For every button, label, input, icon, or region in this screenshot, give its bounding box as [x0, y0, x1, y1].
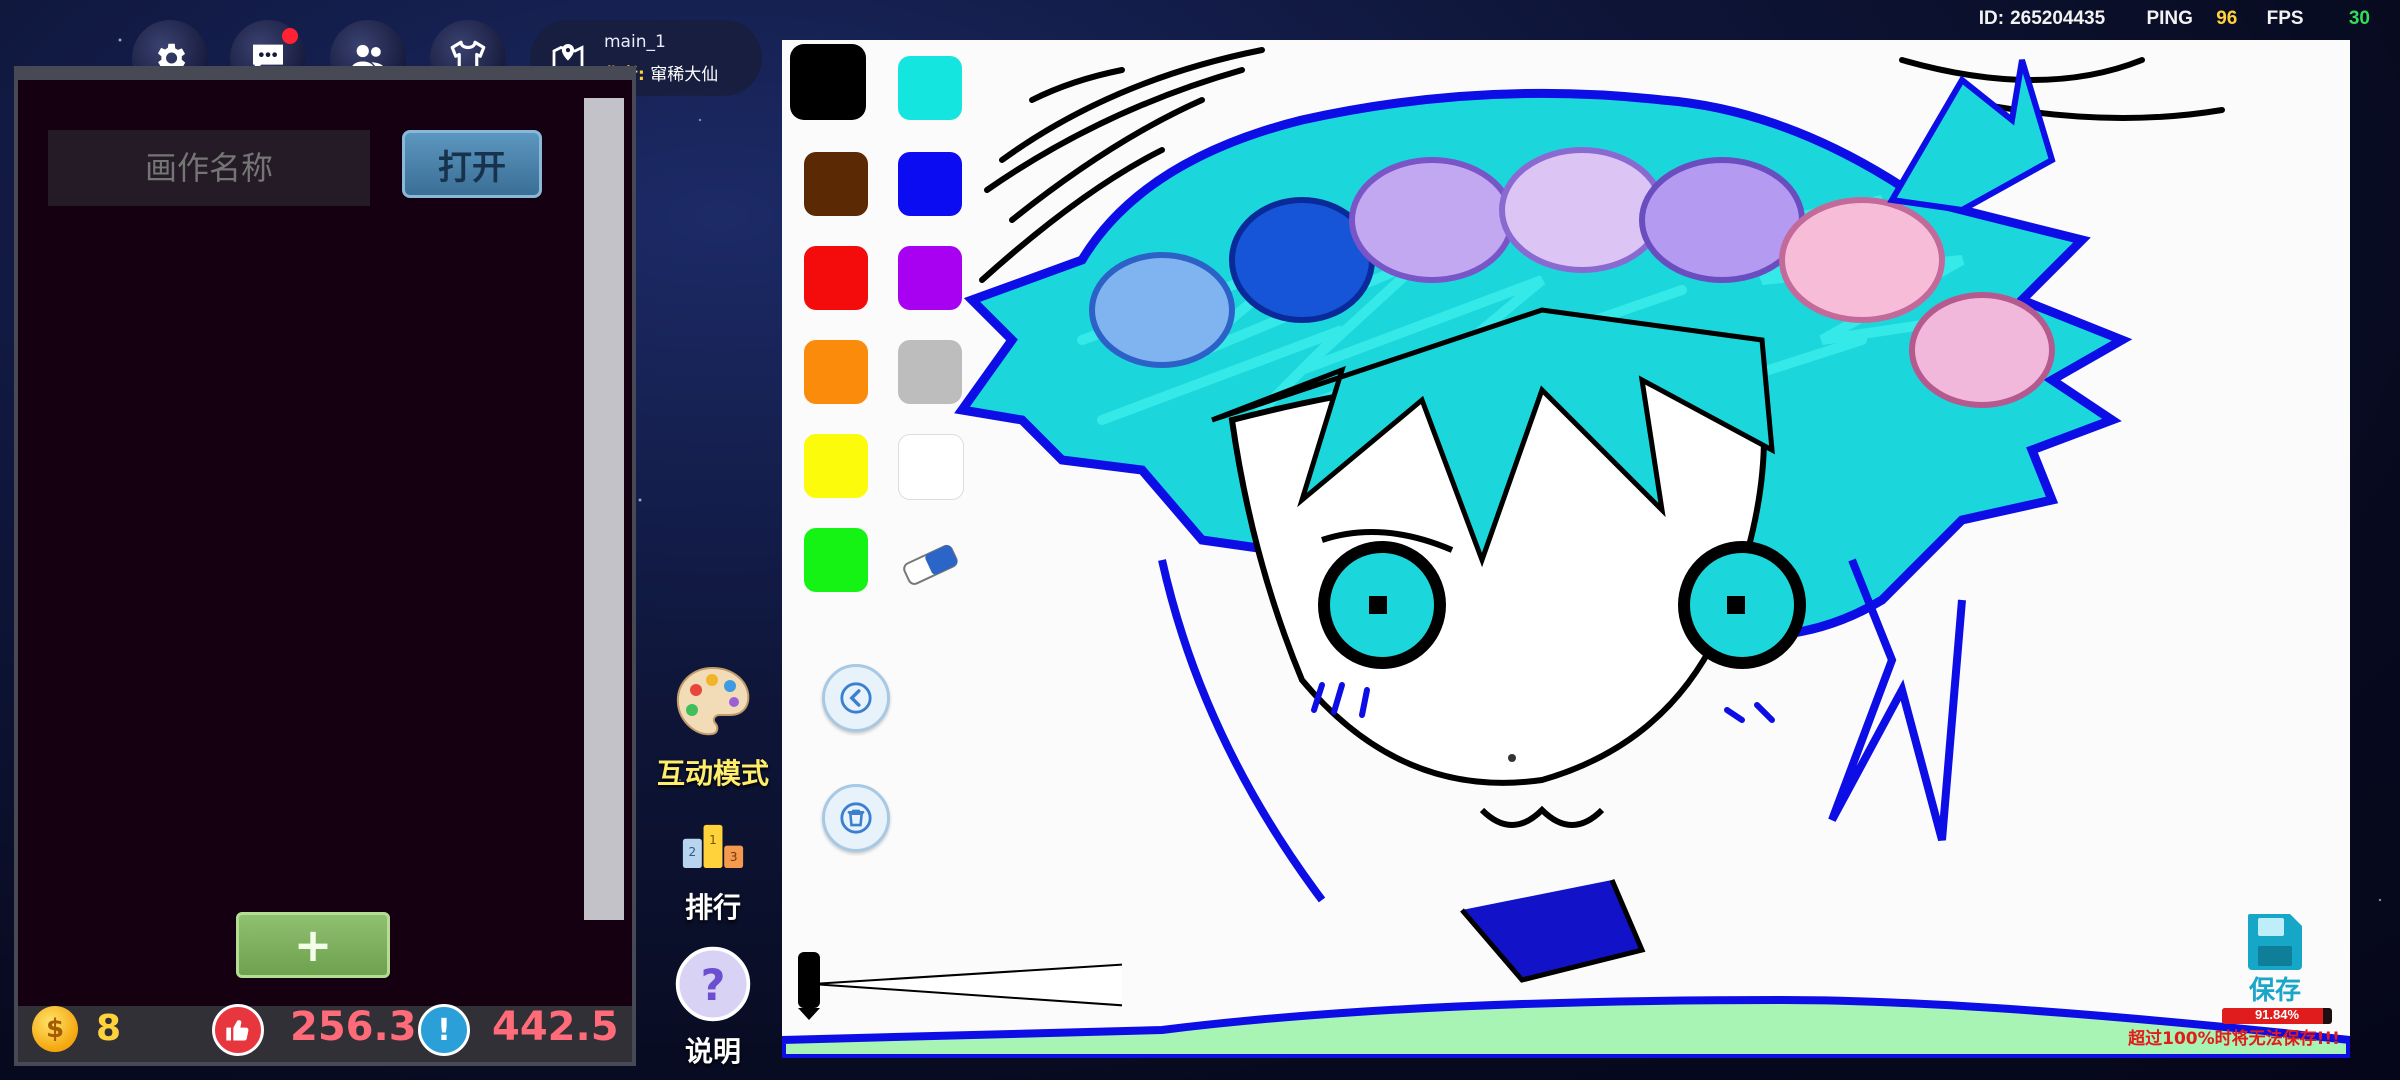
color-swatch-black[interactable] [790, 44, 866, 120]
add-artwork-button[interactable]: + [236, 912, 390, 978]
save-warning: 超过100%时将无法保存!!! [2128, 1029, 2340, 1049]
color-swatch-yellow[interactable] [804, 434, 868, 498]
color-swatch-gray[interactable] [898, 340, 962, 404]
fps-value: 30 [2348, 8, 2370, 29]
fps-label: FPS [2266, 8, 2304, 29]
interactive-mode-button[interactable]: 互动模式 [648, 660, 778, 792]
save-label[interactable]: 保存 [2232, 970, 2318, 1007]
notification-dot [282, 28, 298, 44]
help-button[interactable]: ? 说明 [648, 944, 778, 1070]
save-floppy-icon[interactable] [2244, 910, 2306, 972]
color-swatch-blue[interactable] [898, 152, 962, 216]
save-progress-bar: 91.84% [2222, 1008, 2332, 1024]
room-name: main_1 [604, 32, 666, 52]
color-swatch-white[interactable] [898, 434, 964, 500]
coin-icon: $ [32, 1006, 78, 1052]
ranking-button[interactable]: 2 1 3 排行 [648, 806, 778, 926]
open-button[interactable]: 打开 [402, 130, 542, 198]
alert-count: 442.5 [492, 1004, 619, 1050]
drawing-artwork [782, 47, 2350, 1058]
question-icon: ? [675, 946, 751, 1022]
save-progress-text: 91.84% [2254, 1008, 2300, 1022]
clear-button[interactable] [822, 784, 890, 852]
eraser-icon[interactable] [898, 532, 962, 596]
svg-text:2: 2 [689, 845, 697, 859]
color-swatch-cyan[interactable] [898, 56, 962, 120]
alert-icon: ! [418, 1004, 470, 1056]
author-name: 窜稀大仙 [650, 65, 719, 85]
like-icon [212, 1004, 264, 1056]
color-swatch-brown[interactable] [804, 152, 868, 216]
undo-icon [840, 682, 872, 714]
interactive-mode-label: 互动模式 [656, 757, 769, 790]
coin-count: 8 [96, 1008, 122, 1049]
podium-icon: 2 1 3 [682, 824, 744, 868]
artwork-panel: 打开 + [14, 66, 636, 1066]
palette-icon [676, 666, 750, 736]
scrollbar[interactable] [584, 98, 624, 920]
trash-icon [840, 802, 872, 834]
ping-value: 96 [2216, 8, 2238, 29]
status-bar: ID: 265204435 PING 96 FPS 30 [1969, 8, 2370, 32]
svg-text:3: 3 [730, 850, 738, 864]
id-label: ID: [1978, 8, 2005, 29]
color-swatch-purple[interactable] [898, 246, 962, 310]
like-count: 256.3 [290, 1004, 417, 1050]
ranking-label: 排行 [684, 891, 741, 924]
undo-button[interactable] [822, 664, 890, 732]
ping-label: PING [2146, 8, 2193, 29]
help-label: 说明 [684, 1035, 741, 1068]
svg-text:1: 1 [709, 833, 717, 847]
artwork-name-input[interactable] [48, 130, 370, 206]
drawing-canvas[interactable] [782, 40, 2350, 1058]
color-swatch-orange[interactable] [804, 340, 868, 404]
svg-text:?: ? [701, 961, 726, 1011]
color-swatch-red[interactable] [804, 246, 868, 310]
brush-size-slider[interactable] [792, 950, 1122, 1022]
id-value: 265204435 [2010, 8, 2106, 29]
color-swatch-green[interactable] [804, 528, 868, 592]
